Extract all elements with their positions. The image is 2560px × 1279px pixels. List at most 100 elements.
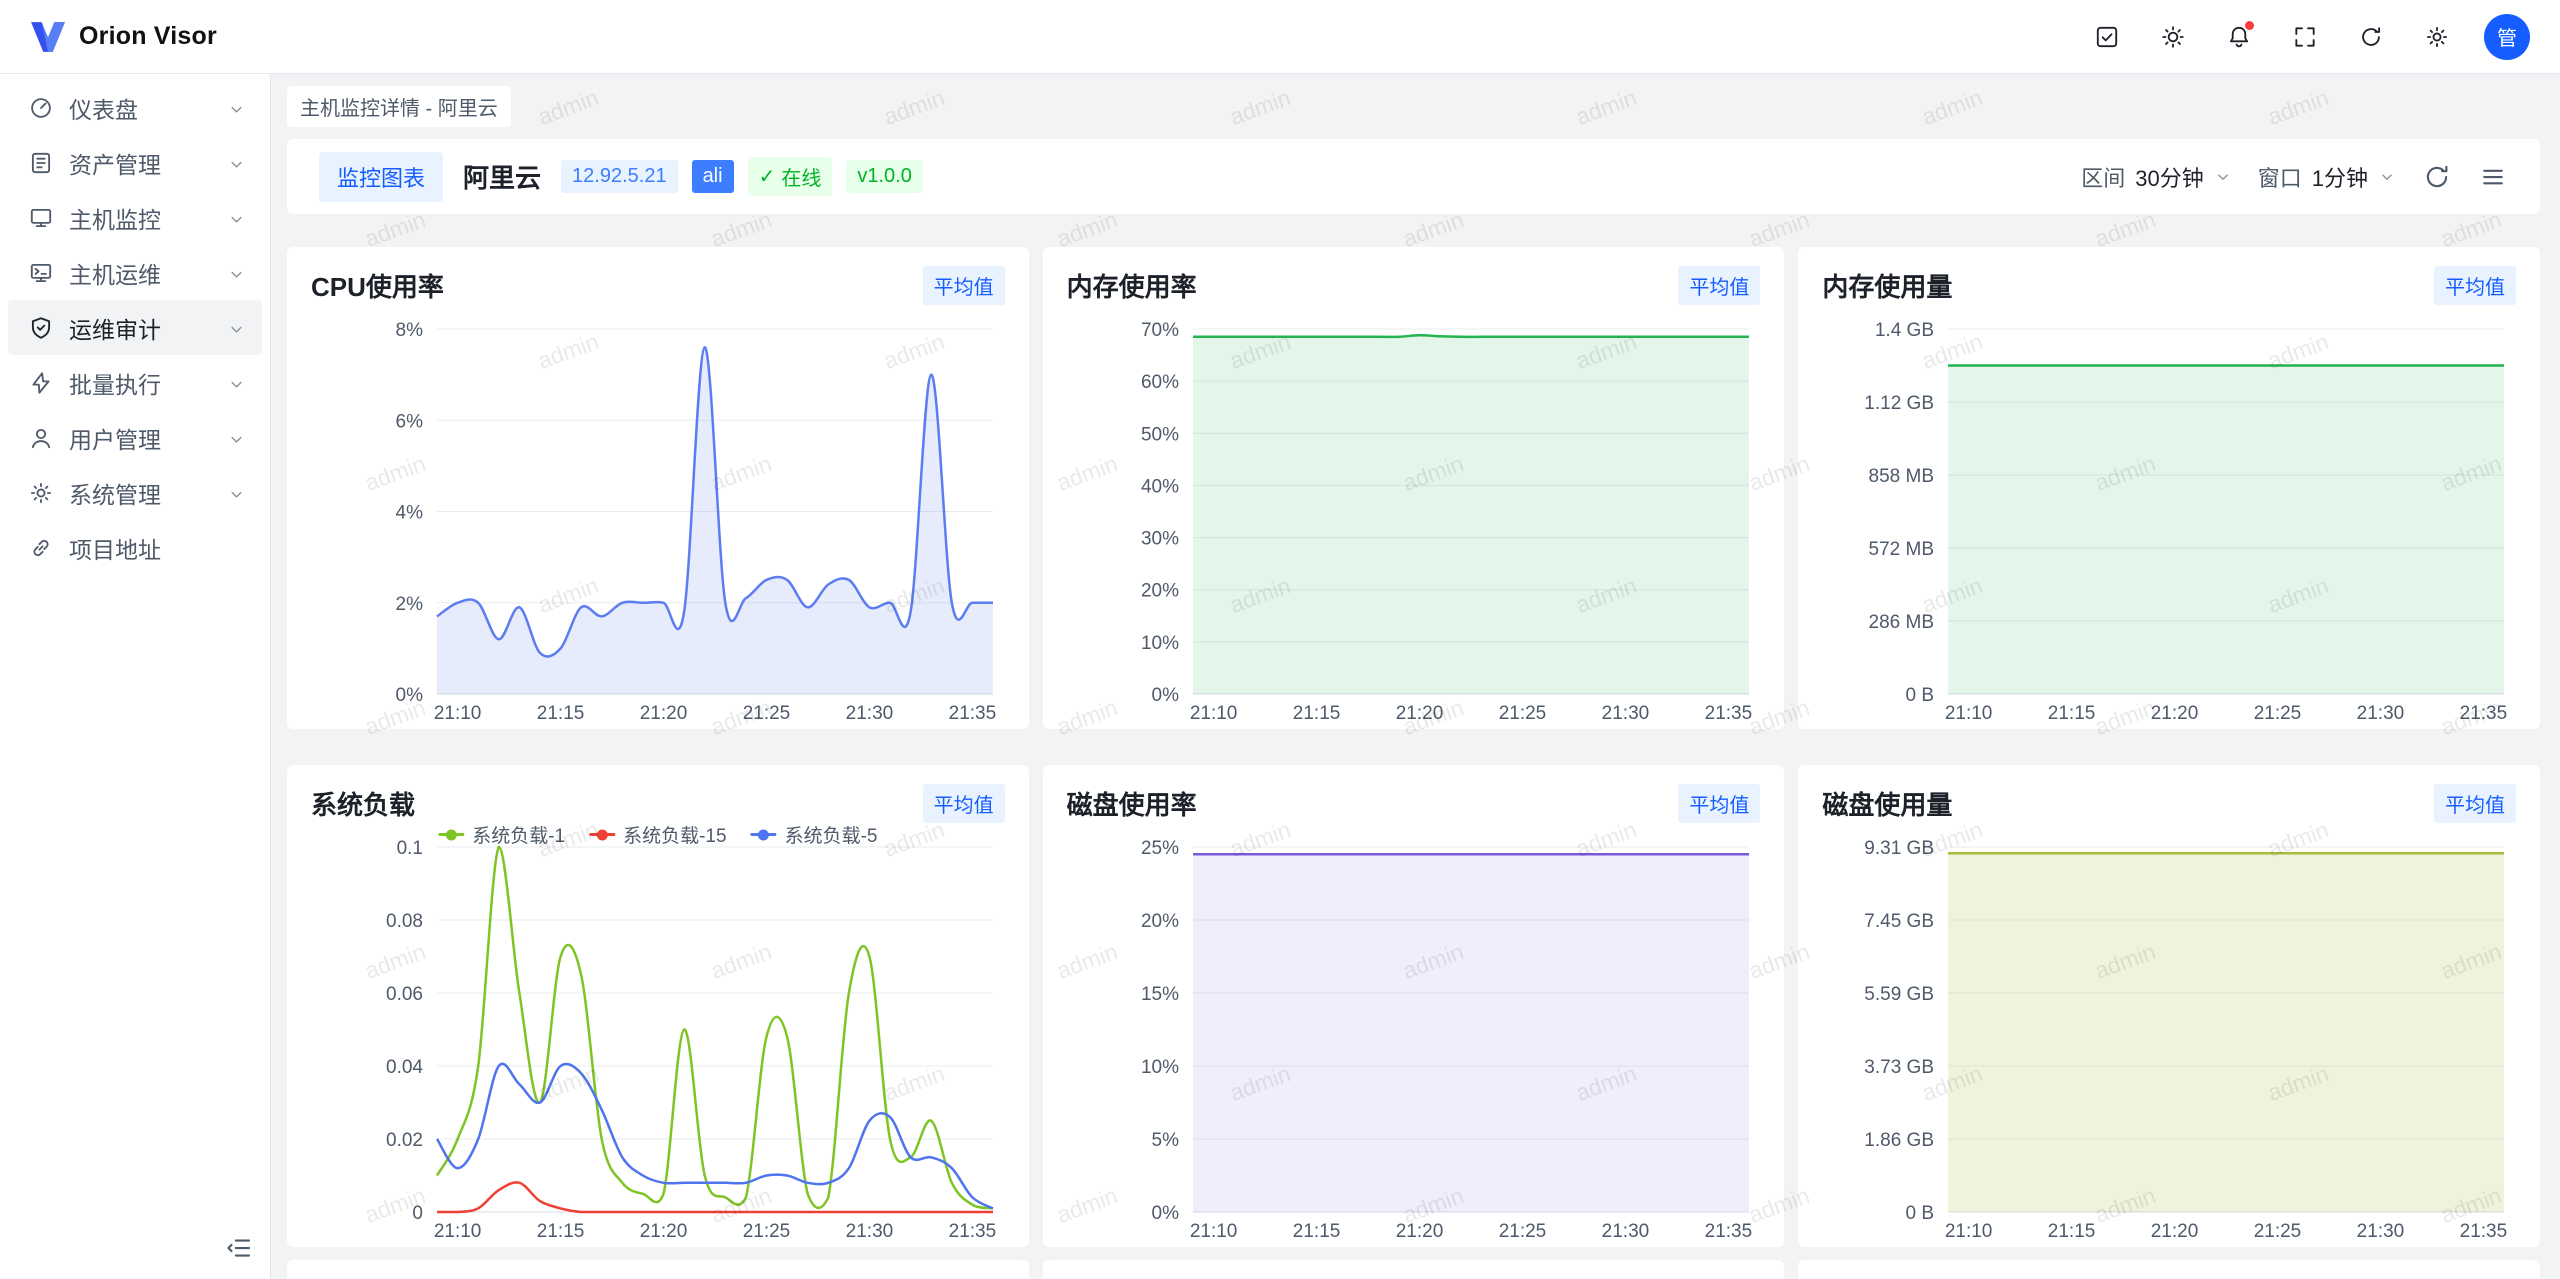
chevron-down-icon bbox=[227, 483, 246, 502]
svg-text:0.1: 0.1 bbox=[397, 838, 423, 859]
sidebar-item-assets[interactable]: 资产管理 bbox=[8, 135, 262, 190]
svg-text:21:25: 21:25 bbox=[1498, 1221, 1546, 1241]
chart-title: 磁盘使用量 bbox=[1822, 785, 1952, 822]
legend-item[interactable]: 系统负载-15 bbox=[589, 821, 726, 848]
legend-item[interactable]: 系统负载-5 bbox=[751, 821, 878, 848]
check-square-button[interactable] bbox=[2088, 18, 2126, 56]
breadcrumb: 主机监控详情 - 阿里云 bbox=[287, 74, 2540, 139]
chart-card-disk-rate: 磁盘使用率平均值0%5%10%15%20%25%21:1021:1521:202… bbox=[1043, 765, 1785, 1247]
sidebar-item-host-monitor[interactable]: 主机监控 bbox=[8, 190, 262, 245]
svg-text:21:15: 21:15 bbox=[2048, 1221, 2096, 1241]
refresh-charts-button[interactable] bbox=[2422, 162, 2452, 192]
host-tag: 12.92.5.21 bbox=[561, 160, 678, 193]
avatar[interactable]: 管 bbox=[2484, 14, 2530, 60]
svg-text:6%: 6% bbox=[396, 411, 424, 432]
svg-text:0%: 0% bbox=[1151, 1203, 1179, 1224]
sidebar-item-ops-audit[interactable]: 运维审计 bbox=[8, 300, 262, 355]
logo-icon bbox=[30, 21, 66, 53]
svg-text:21:10: 21:10 bbox=[1189, 1221, 1237, 1241]
monitor-icon bbox=[28, 205, 54, 231]
sidebar-item-label: 仪表盘 bbox=[69, 91, 212, 125]
window-select[interactable]: 窗口 1分钟 bbox=[2258, 161, 2396, 193]
chart-legend: 系统负载-1 系统负载-15 系统负载-5 bbox=[438, 821, 877, 848]
svg-text:21:35: 21:35 bbox=[2460, 1221, 2508, 1241]
refresh-button[interactable] bbox=[2352, 18, 2390, 56]
fullscreen-button[interactable] bbox=[2286, 18, 2324, 56]
window-label: 窗口 bbox=[2258, 161, 2302, 193]
chevron-down-icon bbox=[227, 428, 246, 447]
chart-card-disk-amount: 磁盘使用量平均值0 B1.86 GB3.73 GB5.59 GB7.45 GB9… bbox=[1798, 765, 2540, 1247]
sidebar-item-user-mgmt[interactable]: 用户管理 bbox=[8, 410, 262, 465]
legend-item[interactable]: 系统负载-1 bbox=[438, 821, 565, 848]
svg-text:3.73 GB: 3.73 GB bbox=[1865, 1057, 1935, 1078]
avg-badge: 平均值 bbox=[2434, 784, 2516, 823]
svg-text:21:15: 21:15 bbox=[1292, 1221, 1340, 1241]
breadcrumb-item[interactable]: 主机监控详情 - 阿里云 bbox=[287, 86, 511, 127]
avg-badge: 平均值 bbox=[923, 784, 1005, 823]
chart-card-cpu: CPU使用率平均值0%2%4%6%8%21:1021:1521:2021:252… bbox=[287, 247, 1029, 729]
notification-button[interactable] bbox=[2220, 18, 2258, 56]
user-icon bbox=[28, 425, 54, 451]
interval-value: 30分钟 bbox=[2135, 161, 2203, 193]
chevron-down-icon bbox=[227, 263, 246, 282]
sidebar-item-label: 主机监控 bbox=[69, 201, 212, 235]
avg-badge: 平均值 bbox=[1678, 266, 1760, 305]
sidebar-item-label: 运维审计 bbox=[69, 311, 212, 345]
sidebar-item-label: 项目地址 bbox=[69, 531, 246, 565]
chart-list-button[interactable] bbox=[2478, 162, 2508, 192]
chart-cpu: 0%2%4%6%8%21:1021:1521:2021:2521:3021:35 bbox=[311, 307, 1005, 723]
check-icon: ✓ bbox=[759, 164, 776, 189]
svg-text:21:30: 21:30 bbox=[1601, 703, 1649, 723]
sidebar-item-system-mgmt[interactable]: 系统管理 bbox=[8, 465, 262, 520]
svg-text:7.45 GB: 7.45 GB bbox=[1865, 911, 1935, 932]
topbar-actions: 管 bbox=[2088, 14, 2530, 60]
svg-text:1.12 GB: 1.12 GB bbox=[1865, 393, 1935, 414]
svg-text:20%: 20% bbox=[1141, 911, 1179, 932]
sidebar-item-dashboard[interactable]: 仪表盘 bbox=[8, 80, 262, 135]
app-title: Orion Visor bbox=[79, 22, 217, 51]
svg-text:15%: 15% bbox=[1141, 984, 1179, 1005]
sidebar-item-project-link[interactable]: 项目地址 bbox=[8, 520, 262, 575]
settings-button[interactable] bbox=[2418, 18, 2456, 56]
sidebar-item-host-ops[interactable]: 主机运维 bbox=[8, 245, 262, 300]
theme-button[interactable] bbox=[2154, 18, 2192, 56]
sidebar-collapse-button[interactable] bbox=[224, 1233, 254, 1263]
dashboard-icon bbox=[28, 95, 54, 121]
svg-text:21:20: 21:20 bbox=[640, 703, 688, 723]
svg-text:21:30: 21:30 bbox=[2357, 703, 2405, 723]
chart-memory-rate: 0%10%20%30%40%50%60%70%21:1021:1521:2021… bbox=[1067, 307, 1761, 723]
svg-text:286 MB: 286 MB bbox=[1869, 612, 1934, 633]
chart-card-load: 系统负载平均值系统负载-1系统负载-15系统负载-500.020.040.060… bbox=[287, 765, 1029, 1247]
svg-text:21:20: 21:20 bbox=[640, 1221, 688, 1241]
host-tag: ali bbox=[692, 160, 734, 193]
svg-text:20%: 20% bbox=[1141, 581, 1179, 602]
host-name: 阿里云 bbox=[463, 158, 541, 195]
interval-select[interactable]: 区间 30分钟 bbox=[2081, 161, 2232, 193]
sidebar-item-label: 资产管理 bbox=[69, 146, 212, 180]
svg-text:10%: 10% bbox=[1141, 633, 1179, 654]
svg-text:5.59 GB: 5.59 GB bbox=[1865, 984, 1935, 1005]
svg-text:21:15: 21:15 bbox=[1292, 703, 1340, 723]
svg-text:8%: 8% bbox=[396, 320, 424, 341]
svg-text:21:35: 21:35 bbox=[949, 1221, 997, 1241]
shield-icon bbox=[28, 315, 54, 341]
svg-text:50%: 50% bbox=[1141, 424, 1179, 445]
svg-text:21:20: 21:20 bbox=[1395, 1221, 1443, 1241]
svg-text:4%: 4% bbox=[396, 503, 424, 524]
svg-text:21:30: 21:30 bbox=[846, 703, 894, 723]
avg-badge: 平均值 bbox=[2434, 266, 2516, 305]
chevron-down-icon bbox=[227, 318, 246, 337]
svg-text:21:35: 21:35 bbox=[1704, 1221, 1752, 1241]
svg-text:21:20: 21:20 bbox=[2151, 703, 2199, 723]
chart-card-memory-amount: 内存使用量平均值0 B286 MB572 MB858 MB1.12 GB1.4 … bbox=[1798, 247, 2540, 729]
chart-card-partial bbox=[1043, 1260, 1785, 1279]
svg-text:0 B: 0 B bbox=[1906, 1203, 1935, 1224]
link-icon bbox=[28, 535, 54, 561]
svg-text:21:25: 21:25 bbox=[2254, 1221, 2302, 1241]
chart-title: 内存使用率 bbox=[1067, 267, 1197, 304]
monitor-chart-button[interactable]: 监控图表 bbox=[319, 152, 443, 202]
svg-text:0.04: 0.04 bbox=[386, 1057, 423, 1078]
host-toolbar-card: 监控图表 阿里云 12.92.5.21ali✓在线v1.0.0 区间 30分钟 … bbox=[287, 139, 2540, 214]
next-row-partial bbox=[287, 1260, 2540, 1279]
sidebar-item-batch-exec[interactable]: 批量执行 bbox=[8, 355, 262, 410]
